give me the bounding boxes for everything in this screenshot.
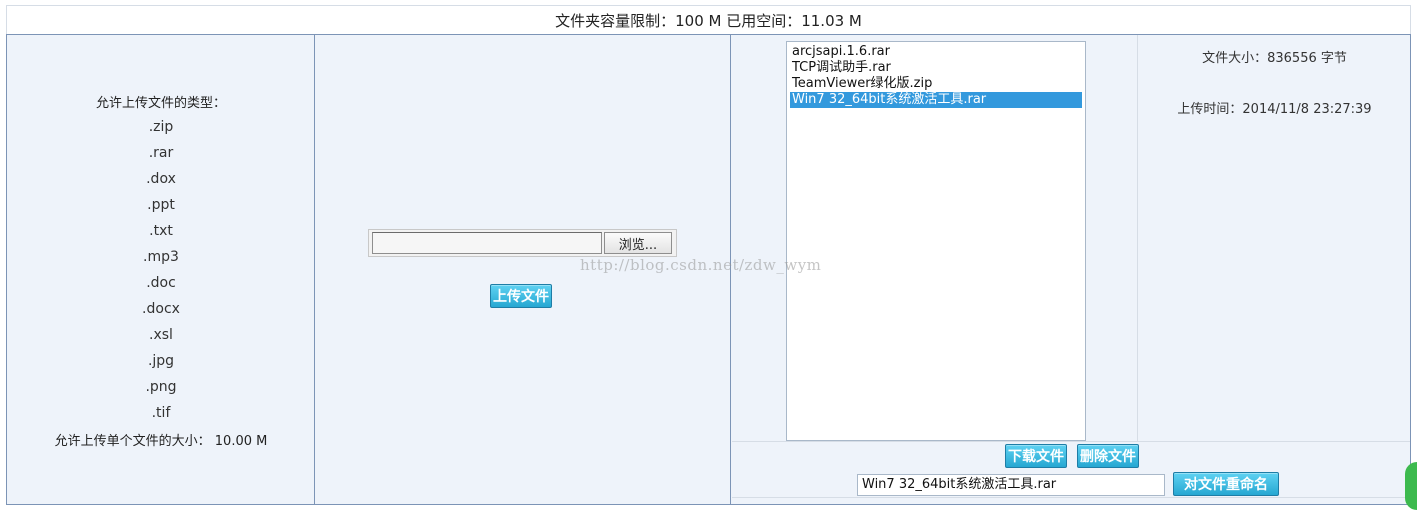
file-size-text: 文件大小：836556 字节 <box>1202 51 1347 66</box>
allowed-type-item: .doc <box>146 275 176 291</box>
file-info-panel: 文件大小：836556 字节 上传时间：2014/11/8 23:27:39 <box>1137 35 1410 441</box>
file-listbox[interactable]: arcjsapi.1.6.rar TCP调试助手.rar TeamViewer绿… <box>786 41 1086 441</box>
row-divider <box>732 497 1410 498</box>
file-list-column: arcjsapi.1.6.rar TCP调试助手.rar TeamViewer绿… <box>732 35 1410 504</box>
quota-header: 文件夹容量限制：100 M 已用空间：11.03 M <box>6 5 1411 34</box>
upload-time-text: 上传时间：2014/11/8 23:27:39 <box>1177 102 1372 117</box>
row-divider <box>732 441 1410 442</box>
allowed-type-item: .tif <box>151 405 171 421</box>
file-list-item[interactable]: arcjsapi.1.6.rar <box>790 44 1082 60</box>
rename-input[interactable]: Win7 32_64bit系统激活工具.rar <box>857 474 1165 496</box>
allowed-type-item: .txt <box>149 223 173 239</box>
allowed-type-item: .ppt <box>147 197 175 213</box>
allowed-type-item: .png <box>145 379 177 395</box>
allowed-type-item: .zip <box>148 119 174 135</box>
allowed-types-column: 允许上传文件的类型： .zip .rar .dox .ppt .txt .mp3… <box>7 35 315 504</box>
max-file-size-note: 允许上传单个文件的大小： 10.00 M <box>54 434 268 449</box>
delete-button[interactable]: 删除文件 <box>1077 444 1139 468</box>
rename-button[interactable]: 对文件重命名 <box>1173 472 1279 496</box>
file-list-item[interactable]: TeamViewer绿化版.zip <box>790 76 1082 92</box>
file-list-item-selected[interactable]: Win7 32_64bit系统激活工具.rar <box>790 92 1082 108</box>
file-list-item[interactable]: TCP调试助手.rar <box>790 60 1082 76</box>
allowed-types-heading: 允许上传文件的类型： <box>95 96 226 111</box>
allowed-type-item: .xsl <box>149 327 173 343</box>
allowed-type-item: .docx <box>142 301 180 317</box>
file-path-input[interactable] <box>372 232 602 254</box>
file-picker[interactable]: 浏览... <box>368 229 677 257</box>
allowed-type-item: .mp3 <box>143 249 179 265</box>
allowed-type-item: .jpg <box>147 353 175 369</box>
floating-widget-icon[interactable] <box>1405 462 1417 510</box>
browse-button[interactable]: 浏览... <box>604 232 672 254</box>
allowed-types-list: .zip .rar .dox .ppt .txt .mp3 .doc .docx… <box>7 115 315 427</box>
allowed-type-item: .dox <box>146 171 176 187</box>
upload-button[interactable]: 上传文件 <box>490 284 552 308</box>
blog-watermark: http://blog.csdn.net/zdw_wym <box>580 256 822 274</box>
quota-text: 文件夹容量限制：100 M 已用空间：11.03 M <box>555 11 862 30</box>
allowed-type-item: .rar <box>148 145 174 161</box>
download-button[interactable]: 下载文件 <box>1005 444 1067 468</box>
